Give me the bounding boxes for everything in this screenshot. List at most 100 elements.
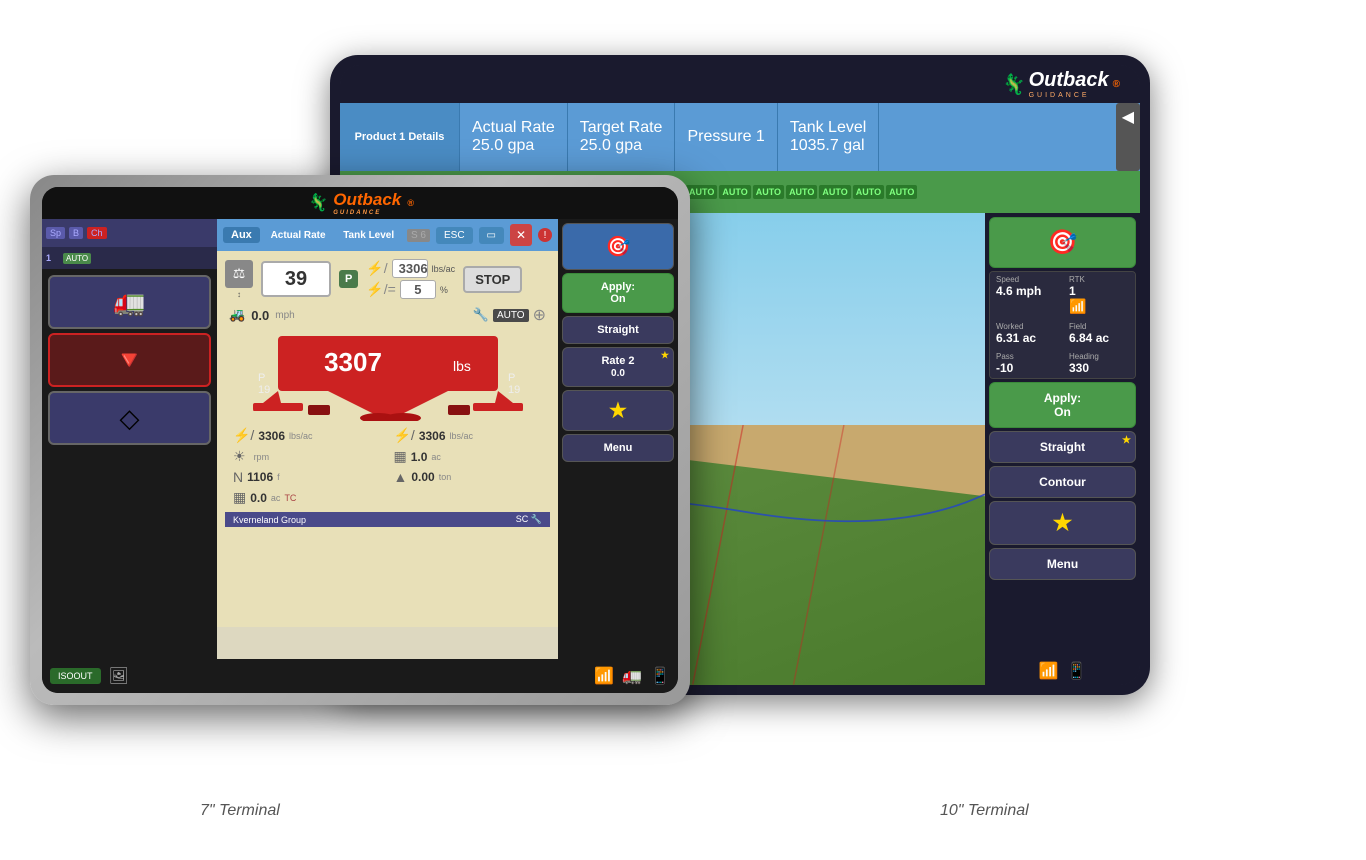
p-badge-7: P [339, 270, 358, 288]
t7-right-panel: 🎯 Apply:On Straight ★ Rate 20.0 ★ Menu [558, 219, 678, 659]
seeds-icon: N [233, 469, 243, 485]
terminal-7: 🦎 Outback GUIDANCE ® Sp B Ch 1 AUTO [30, 175, 690, 705]
stat-weight: ▲ 0.00 ton [394, 469, 543, 485]
weight-scale-icon: ⚖ ↕ [225, 260, 253, 299]
product-label: Product 1 Details [355, 131, 445, 143]
svg-text:3307: 3307 [324, 347, 382, 377]
kverneland-label: Kverneland Group [233, 515, 306, 525]
pass-label: Pass [996, 352, 1056, 361]
contour-button-10[interactable]: Contour [989, 466, 1136, 498]
heading-label: Heading [1069, 352, 1129, 361]
t7-aux-bar: Aux Actual Rate Tank Level S 6 ESC ▭ ✕ ! [217, 219, 558, 251]
weight-unit: ton [439, 472, 452, 482]
t7-header: 🦎 Outback GUIDANCE ® [42, 187, 678, 219]
actual-rate-label: Actual Rate [472, 119, 555, 137]
nav-icon: ◇ [120, 403, 140, 434]
heading-value: 330 [1069, 361, 1129, 375]
pass-value: -10 [996, 361, 1056, 375]
area2-unit: ac [271, 493, 281, 503]
actual-rate-stat: Actual Rate 25.0 gpa [460, 103, 568, 171]
seeds-unit: f [277, 472, 280, 482]
speed-display-7: 39 [261, 261, 331, 297]
svg-text:lbs: lbs [453, 358, 471, 374]
stop-button-7[interactable]: STOP [463, 266, 522, 293]
gecko-icon-7: 🦎 [306, 193, 327, 213]
rate2-button-7[interactable]: ★ Rate 20.0 [562, 347, 674, 387]
arrow-button[interactable]: ◀ [1116, 103, 1140, 171]
worked-label: Worked [996, 322, 1056, 331]
steering-button[interactable]: 🎯 [989, 217, 1136, 268]
auto-9: AUTO [853, 185, 884, 199]
tank-level-value: 1035.7 gal [790, 137, 865, 155]
esc-button-7[interactable]: ESC [436, 227, 473, 244]
channel-label-7: Ch [87, 227, 107, 239]
rate-group-7: ⚡/ 3306 lbs/ac ⚡/= 5 % [366, 259, 455, 299]
straight-button-10[interactable]: ★ Straight [989, 431, 1136, 463]
label-10-terminal: 10" Terminal [940, 802, 1029, 820]
straight-button-7[interactable]: Straight [562, 316, 674, 344]
rate-unit-2: % [440, 285, 448, 295]
pass-cell: Pass -10 [990, 349, 1062, 378]
auto-8: AUTO [819, 185, 850, 199]
target-rate-label: Target Rate [580, 119, 663, 137]
speed-value-7: 39 [285, 268, 307, 291]
truck-button-7[interactable]: 🚛 [48, 275, 211, 329]
speed-mph-unit: mph [275, 310, 294, 321]
image-icon-7[interactable]: 🖼 [109, 666, 129, 686]
rtk-value: 1 [1069, 284, 1129, 298]
nav-button-7[interactable]: ◇ [48, 391, 211, 445]
pressure-label: Pressure 1 [687, 128, 764, 146]
menu-button-7[interactable]: Menu [562, 434, 674, 462]
t7-isobus-content: ⚖ ↕ 39 P ⚡/ 3306 lbs/ac [217, 251, 558, 627]
area2-value: 0.0 [250, 491, 267, 505]
rate-val-1: 3306 [392, 259, 428, 278]
stat-rate4: ⚡/ 3306 lbs/ac [394, 427, 543, 444]
spreader-button-7[interactable]: 🔻 [48, 333, 211, 387]
apply-button-10[interactable]: Apply:On [989, 382, 1136, 428]
speed-value: 4.6 mph [996, 284, 1056, 298]
speed-label: Speed [996, 275, 1056, 284]
speed-label-7: Sp [46, 227, 65, 239]
t7-screen-area: Sp B Ch 1 AUTO 🚛 🔻 [42, 219, 678, 659]
field-label: Field [1069, 322, 1129, 331]
speed-cell: Speed 4.6 mph [990, 272, 1062, 318]
device-bottom-icon: 📱 [650, 666, 670, 686]
product-details-box[interactable]: Product 1 Details [340, 103, 460, 171]
stat-area2: ▦ 0.0 ac TC [233, 489, 382, 506]
actual-rate-col-7: Actual Rate [266, 230, 331, 241]
close-button-7[interactable]: ✕ [510, 224, 532, 246]
area1-value: 1.0 [411, 450, 428, 464]
weight-value: 0.00 [411, 470, 434, 484]
rate4-value: 3306 [419, 429, 446, 443]
steering-button-7[interactable]: 🎯 [562, 223, 674, 270]
svg-text:P: P [508, 372, 515, 384]
area2-icon: ▦ [233, 489, 246, 506]
logo-text-10: Outback [1029, 69, 1109, 91]
rate-icon-2: ⚡/= [366, 281, 396, 298]
spreader-icon: 🔻 [113, 345, 145, 376]
tc-label: TC [284, 493, 296, 503]
apply-button-7[interactable]: Apply:On [562, 273, 674, 313]
t10-right-panel: 🎯 Speed 4.6 mph RTK 1 📶 Worked 6.31 ac [985, 213, 1140, 685]
speed-mph-row: 🚜 0.0 mph 🔧 AUTO ⊕ [225, 305, 550, 325]
section-badge: S 6 [407, 229, 430, 242]
stat-rate3: ⚡/ 3306 lbs/ac [233, 427, 382, 444]
tractor-icon-7: 🚜 [229, 307, 245, 323]
rate3-icon: ⚡/ [233, 427, 254, 444]
field-cell: Field 6.84 ac [1063, 319, 1135, 348]
isoout-button[interactable]: ISOOUT [50, 668, 101, 684]
auto-label-7: AUTO [63, 253, 91, 264]
t7-icon-row: 🚛 🔻 ◇ [42, 269, 217, 659]
sc-label: SC 🔧 [516, 514, 542, 525]
t7-left-panel: Sp B Ch 1 AUTO 🚛 🔻 [42, 219, 217, 659]
field-value: 6.84 ac [1069, 331, 1129, 345]
favorites-button-10[interactable]: ★ [989, 501, 1136, 545]
rtk-cell: RTK 1 📶 [1063, 272, 1135, 318]
favorites-button-7[interactable]: ★ [562, 390, 674, 431]
auto-controls: 🔧 AUTO ⊕ [473, 305, 546, 325]
menu-button-10[interactable]: Menu [989, 548, 1136, 580]
wrench-icon: 🔧 [473, 307, 489, 323]
boom-label-7: B [69, 227, 83, 239]
hopper-display: 3307 lbs P 19 P 19 [233, 331, 542, 421]
minimize-button-7[interactable]: ▭ [479, 227, 504, 244]
